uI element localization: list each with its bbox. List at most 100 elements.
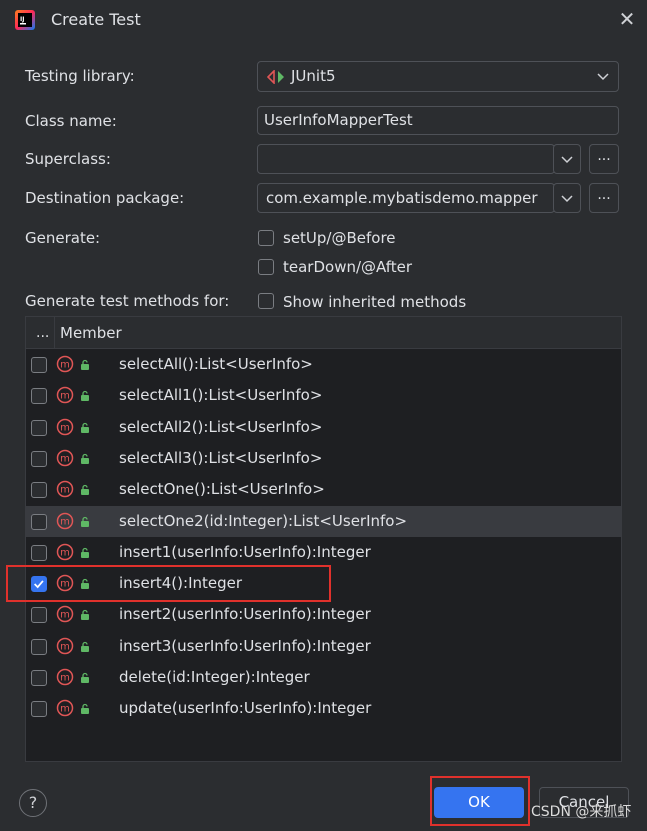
row-checkbox[interactable]	[31, 388, 47, 405]
svg-text:m: m	[60, 516, 70, 527]
superclass-browse-button[interactable]: ...	[589, 144, 619, 174]
junit-icon	[267, 70, 284, 84]
public-lock-icon	[81, 672, 89, 683]
svg-text:m: m	[60, 485, 70, 496]
table-row[interactable]: m selectOne2(id:Integer):List<UserInfo>	[26, 505, 621, 537]
show-inherited-checkbox-label: Show inherited methods	[283, 293, 467, 311]
table-row[interactable]: m selectAll2():List<UserInfo>	[26, 412, 621, 443]
row-checkbox[interactable]	[31, 419, 47, 436]
class-name-value: UserInfoMapperTest	[264, 111, 413, 129]
chevron-down-icon	[561, 156, 573, 164]
column-header-member[interactable]: Member	[60, 323, 122, 343]
svg-text:m: m	[60, 422, 70, 433]
method-icon: m	[56, 387, 74, 404]
method-icon: m	[56, 637, 74, 654]
member-signature: delete(id:Integer):Integer	[119, 668, 310, 686]
member-table[interactable]: ... Member m selectAll():List<UserInfo> m s…	[25, 316, 622, 762]
table-row[interactable]: m insert2(userInfo:UserInfo):Integer	[26, 599, 621, 630]
member-signature: selectAll3():List<UserInfo>	[119, 448, 323, 467]
method-icon: m	[56, 449, 74, 467]
chevron-down-icon	[561, 195, 573, 203]
row-checkbox[interactable]	[31, 701, 47, 718]
svg-text:m: m	[60, 453, 70, 464]
superclass-label: Superclass:	[25, 150, 111, 168]
method-icon: m	[56, 543, 74, 561]
table-row[interactable]: m insert3(userInfo:UserInfo):Integer	[26, 631, 621, 662]
method-icon: m	[56, 418, 74, 435]
member-signature: update(userInfo:UserInfo):Integer	[119, 699, 372, 718]
svg-text:m: m	[60, 360, 70, 371]
table-row[interactable]: m update(userInfo:UserInfo):Integer	[26, 693, 621, 724]
destination-package-value: com.example.mybatisdemo.mapper	[266, 189, 538, 207]
destination-package-label: Destination package:	[25, 189, 185, 207]
testing-library-value: JUnit5	[291, 67, 336, 85]
svg-text:m: m	[60, 547, 70, 558]
teardown-checkbox[interactable]	[258, 259, 274, 275]
public-lock-icon	[81, 485, 89, 496]
destination-package-browse-button[interactable]: ...	[589, 183, 619, 213]
public-lock-icon	[81, 359, 89, 370]
generate-label: Generate:	[25, 229, 101, 247]
public-lock-icon	[81, 610, 89, 621]
generate-methods-label: Generate test methods for:	[25, 292, 230, 310]
svg-text:IJ: IJ	[20, 16, 24, 23]
class-name-label: Class name:	[25, 112, 117, 130]
member-signature: selectOne2(id:Integer):List<UserInfo>	[119, 511, 408, 530]
chevron-down-icon	[597, 73, 609, 81]
superclass-input[interactable]	[257, 144, 555, 174]
member-signature: insert2(userInfo:UserInfo):Integer	[119, 605, 371, 624]
superclass-dropdown-button[interactable]	[553, 144, 581, 174]
member-signature: selectAll2():List<UserInfo>	[119, 417, 323, 436]
class-name-input[interactable]: UserInfoMapperTest	[257, 106, 619, 135]
member-signature: insert3(userInfo:UserInfo):Integer	[119, 636, 371, 655]
column-header-select[interactable]: ...	[36, 323, 49, 343]
table-row[interactable]: m selectAll():List<UserInfo>	[26, 349, 621, 380]
public-lock-icon	[81, 422, 89, 433]
setup-checkbox-label: setUp/@Before	[283, 229, 396, 247]
method-icon: m	[56, 700, 74, 717]
svg-text:m: m	[60, 391, 70, 402]
svg-text:m: m	[60, 610, 70, 621]
row-checkbox[interactable]	[31, 607, 47, 624]
method-icon: m	[56, 512, 74, 529]
svg-text:m: m	[60, 641, 70, 652]
destination-package-input[interactable]: com.example.mybatisdemo.mapper	[257, 183, 555, 213]
method-icon: m	[56, 480, 74, 498]
dialog-title: Create Test	[51, 10, 141, 29]
table-row[interactable]: m selectAll3():List<UserInfo>	[26, 443, 621, 474]
show-inherited-checkbox[interactable]	[258, 293, 274, 309]
row-checkbox[interactable]	[31, 357, 47, 373]
row-checkbox[interactable]	[31, 513, 47, 530]
title-bar: IJ Create Test ✕	[0, 0, 647, 40]
svg-text:m: m	[60, 673, 70, 684]
table-row[interactable]: m selectOne():List<UserInfo>	[26, 474, 621, 505]
setup-checkbox[interactable]	[258, 230, 274, 246]
svg-text:m: m	[60, 704, 70, 715]
member-signature: insert1(userInfo:UserInfo):Integer	[119, 542, 371, 561]
member-signature: selectAll1():List<UserInfo>	[119, 386, 323, 405]
row-checkbox[interactable]	[31, 544, 47, 561]
public-lock-icon	[81, 704, 89, 715]
method-icon: m	[56, 668, 74, 686]
row-checkbox[interactable]	[31, 450, 47, 467]
highlight-box-selected-row	[6, 565, 331, 602]
testing-library-dropdown[interactable]: JUnit5	[257, 61, 619, 92]
public-lock-icon	[81, 641, 89, 652]
intellij-app-icon: IJ	[15, 10, 35, 30]
method-icon: m	[56, 606, 74, 623]
destination-package-dropdown-button[interactable]	[553, 183, 581, 213]
close-icon[interactable]: ✕	[617, 9, 637, 29]
row-checkbox[interactable]	[31, 638, 47, 655]
testing-library-label: Testing library:	[25, 67, 135, 85]
table-row[interactable]: m insert1(userInfo:UserInfo):Integer	[26, 537, 621, 568]
help-button[interactable]: ?	[19, 789, 47, 817]
ok-button[interactable]: OK	[434, 787, 524, 818]
public-lock-icon	[81, 453, 89, 464]
public-lock-icon	[81, 547, 89, 558]
row-checkbox[interactable]	[31, 670, 47, 686]
method-icon: m	[56, 355, 74, 373]
table-row[interactable]: m selectAll1():List<UserInfo>	[26, 380, 621, 411]
member-signature: selectAll():List<UserInfo>	[119, 355, 313, 373]
row-checkbox[interactable]	[31, 482, 47, 499]
table-row[interactable]: m delete(id:Integer):Integer	[26, 662, 621, 693]
